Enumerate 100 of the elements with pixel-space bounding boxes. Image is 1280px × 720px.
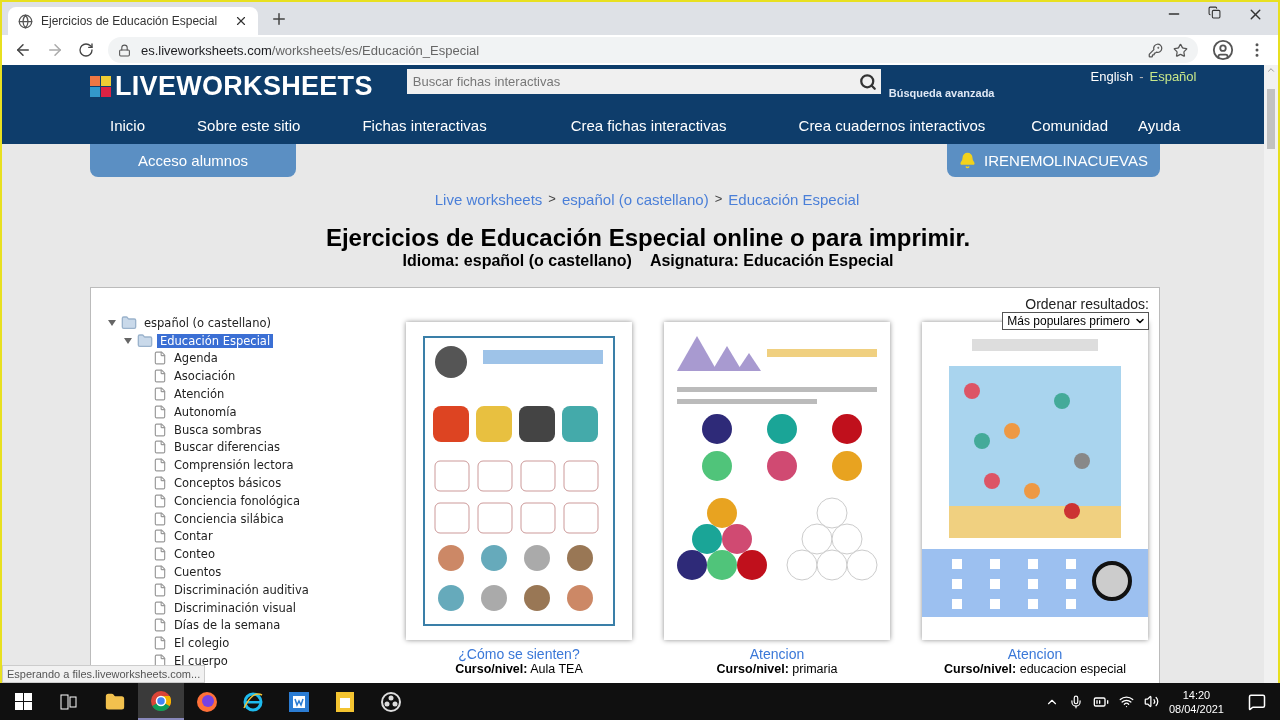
language-link[interactable]: English bbox=[1090, 69, 1134, 84]
page-heading: Ejercicios de Educación Especial online o para imprimir. bbox=[324, 224, 972, 252]
language-link[interactable]: Español bbox=[1149, 69, 1197, 84]
document-icon bbox=[336, 691, 354, 712]
nav-link[interactable]: Crea fichas interactivas bbox=[570, 117, 727, 134]
folder-icon bbox=[121, 314, 137, 331]
speaker-icon[interactable] bbox=[1143, 694, 1159, 709]
tree-item[interactable]: español (o castellano) bbox=[141, 315, 274, 330]
tree-item[interactable]: Busca sombras bbox=[171, 422, 265, 437]
browser-icon bbox=[151, 690, 171, 711]
clock[interactable]: 14:20 08/04/2021 bbox=[1168, 687, 1224, 716]
tree-item[interactable]: Contar bbox=[171, 529, 216, 544]
bell-icon bbox=[959, 152, 977, 169]
tree-item[interactable]: El colegio bbox=[171, 636, 233, 651]
breadcrumb-separator: > bbox=[548, 191, 556, 208]
nav-link[interactable]: Sobre este sitio bbox=[197, 117, 301, 134]
browser-icon bbox=[243, 691, 263, 712]
tree-item[interactable]: Comprensión lectora bbox=[171, 458, 297, 473]
address-bar[interactable]: es.liveworksheets.com/worksheets/es/Educación_Especial bbox=[108, 37, 1198, 63]
tree-item[interactable]: Conciencia fonológica bbox=[171, 493, 303, 508]
file-icon bbox=[153, 493, 167, 508]
globe-icon bbox=[18, 13, 33, 29]
breadcrumb-separator: > bbox=[714, 191, 723, 208]
restore-icon[interactable] bbox=[1208, 6, 1221, 19]
reload-icon[interactable] bbox=[78, 42, 94, 58]
file-icon bbox=[153, 565, 167, 580]
tree-item[interactable]: Atención bbox=[171, 387, 228, 402]
advanced-search-link[interactable]: Búsqueda avanzada bbox=[888, 87, 995, 99]
search-field[interactable]: Buscar fichas interactivas bbox=[406, 69, 881, 94]
folder-icon bbox=[105, 691, 125, 712]
level-text: Curso/nivel: educacion especial bbox=[943, 662, 1126, 676]
nav-link[interactable]: Ayuda bbox=[1138, 117, 1181, 134]
tree-item[interactable]: Buscar diferencias bbox=[171, 440, 283, 455]
url-text: es.liveworksheets.com/worksheets/es/Educación_Especial bbox=[141, 42, 480, 58]
worksheet-title-link[interactable]: Atencion bbox=[1007, 646, 1063, 662]
recorder-icon bbox=[381, 691, 401, 712]
profile-icon[interactable] bbox=[1212, 39, 1234, 61]
collapse-triangle-icon[interactable] bbox=[124, 336, 132, 345]
scrollbar-thumb[interactable] bbox=[1267, 89, 1275, 149]
file-icon bbox=[153, 404, 167, 419]
subheading-text: Idioma: español (o castellano) bbox=[402, 252, 632, 270]
sort-label: Ordenar resultados: bbox=[1025, 296, 1149, 312]
taskbar-app[interactable] bbox=[138, 683, 184, 720]
nav-link[interactable]: Inicio bbox=[110, 117, 146, 134]
file-icon bbox=[153, 529, 167, 544]
back-icon[interactable] bbox=[14, 41, 32, 59]
file-icon bbox=[153, 458, 167, 473]
nav-link[interactable]: Fichas interactivas bbox=[362, 117, 487, 134]
logo-icon bbox=[90, 75, 112, 98]
search-icon[interactable] bbox=[858, 72, 877, 91]
close-icon[interactable] bbox=[234, 14, 248, 28]
site-logo[interactable]: LIVEWORKSHEETS bbox=[115, 71, 373, 102]
tree-item[interactable]: Asociación bbox=[171, 369, 239, 384]
wifi-icon[interactable] bbox=[1118, 694, 1134, 709]
search-input[interactable]: Buscar fichas interactivas bbox=[410, 73, 859, 90]
tree-item[interactable]: Discriminación visual bbox=[171, 600, 300, 615]
worksheet-title-link[interactable]: ¿Cómo se sienten? bbox=[458, 646, 580, 662]
subheading-text: Asignatura: Educación Especial bbox=[649, 252, 894, 270]
folder-icon bbox=[137, 332, 153, 349]
sort-dropdown[interactable]: Más populares primero bbox=[1002, 312, 1149, 330]
file-icon bbox=[153, 476, 167, 491]
tree-item[interactable]: Días de la semana bbox=[171, 618, 284, 633]
nav-link[interactable]: Comunidad bbox=[1031, 117, 1109, 134]
nav-link[interactable]: Crea cuadernos interactivos bbox=[798, 117, 986, 134]
tree-item[interactable]: Agenda bbox=[171, 351, 221, 366]
tree-item[interactable]: Cuentos bbox=[171, 565, 225, 580]
key-icon[interactable] bbox=[1148, 42, 1163, 58]
browser-tab[interactable]: Ejercicios de Educación Especial bbox=[8, 7, 258, 35]
task-view-icon[interactable] bbox=[60, 693, 78, 710]
notification-icon[interactable] bbox=[1248, 692, 1266, 711]
file-icon bbox=[153, 547, 167, 562]
file-icon bbox=[153, 511, 167, 526]
file-icon bbox=[153, 440, 167, 455]
tree-item[interactable]: Conceptos básicos bbox=[171, 476, 285, 491]
browser-icon bbox=[197, 691, 217, 712]
worksheet-card[interactable] bbox=[406, 322, 632, 640]
app-icon bbox=[289, 691, 309, 712]
separator-text: - bbox=[1139, 69, 1144, 84]
level-text: Curso/nivel: primaria bbox=[716, 662, 838, 676]
file-icon bbox=[153, 387, 167, 402]
file-icon bbox=[153, 422, 167, 437]
file-icon bbox=[153, 600, 167, 615]
tree-item[interactable]: Conciencia silábica bbox=[171, 511, 287, 526]
lock-icon bbox=[118, 43, 131, 57]
worksheet-title-link[interactable]: Atencion bbox=[749, 646, 805, 662]
file-icon bbox=[153, 636, 167, 651]
bookmark-star-icon[interactable] bbox=[1173, 42, 1188, 58]
tree-item[interactable]: Autonomía bbox=[171, 404, 240, 419]
microphone-icon[interactable] bbox=[1068, 694, 1083, 709]
tab-title: Ejercicios de Educación Especial bbox=[41, 14, 219, 28]
file-icon bbox=[153, 351, 167, 366]
tree-item[interactable]: Educación Especial bbox=[157, 333, 274, 348]
file-icon bbox=[153, 618, 167, 633]
file-icon bbox=[153, 582, 167, 597]
collapse-triangle-icon[interactable] bbox=[108, 318, 116, 327]
level-text: Curso/nivel: Aula TEA bbox=[455, 662, 583, 676]
tree-item[interactable]: Discriminación auditiva bbox=[171, 582, 312, 597]
tree-item[interactable]: Conteo bbox=[171, 547, 218, 562]
windows-start-icon[interactable] bbox=[14, 693, 32, 710]
status-text: Esperando a files.liveworksheets.com... bbox=[2, 665, 206, 683]
